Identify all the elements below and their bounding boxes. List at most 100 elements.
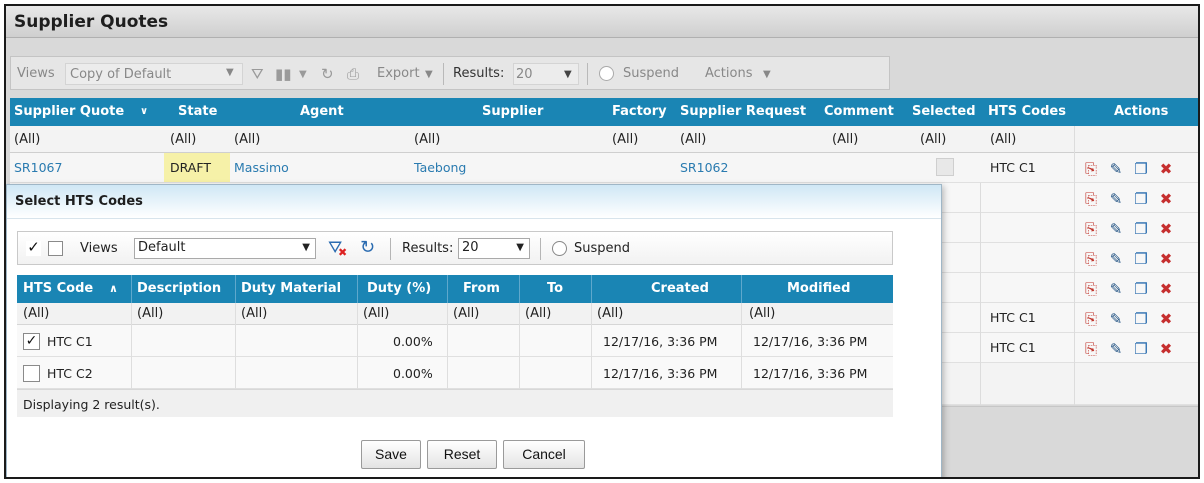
reset-button[interactable]: Reset <box>427 440 497 469</box>
pdf-icon[interactable]: ⎘ <box>1080 220 1102 238</box>
export-button[interactable]: Export <box>377 66 420 81</box>
edit-icon[interactable]: ✎ <box>1105 160 1127 178</box>
copy-icon[interactable]: ❐ <box>1130 160 1152 178</box>
column-header-agent[interactable]: Agent <box>300 104 344 119</box>
filter-duty-material[interactable]: (All) <box>241 306 267 321</box>
filter-agent[interactable]: (All) <box>234 132 260 147</box>
column-header-description[interactable]: Description <box>137 281 221 296</box>
filter-from[interactable]: (All) <box>453 306 479 321</box>
pdf-icon[interactable]: ⎘ <box>1080 280 1102 298</box>
column-header-hts-code[interactable]: HTS Code <box>23 281 93 296</box>
suspend-radio[interactable] <box>552 241 567 256</box>
filter-factory[interactable]: (All) <box>612 132 638 147</box>
table-row[interactable]: SR1067 DRAFT Massimo Taebong SR1062 HTC … <box>10 153 1198 183</box>
filter-selected[interactable]: (All) <box>920 132 946 147</box>
copy-icon[interactable]: ❐ <box>1130 340 1152 358</box>
filter-duty-percent[interactable]: (All) <box>363 306 389 321</box>
pdf-icon[interactable]: ⎘ <box>1080 310 1102 328</box>
filter-modified[interactable]: (All) <box>749 306 775 321</box>
chevron-down-icon: ▼ <box>425 69 433 80</box>
filter-hts-code[interactable]: (All) <box>23 306 49 321</box>
filter-to[interactable]: (All) <box>525 306 551 321</box>
column-header-duty-material[interactable]: Duty Material <box>241 281 341 296</box>
edit-icon[interactable]: ✎ <box>1105 220 1127 238</box>
cancel-button[interactable]: Cancel <box>503 440 585 469</box>
filter-comment[interactable]: (All) <box>832 132 858 147</box>
column-divider <box>235 303 236 389</box>
column-header-supplier[interactable]: Supplier <box>482 104 543 119</box>
filter-created[interactable]: (All) <box>597 306 623 321</box>
column-header-hts-codes[interactable]: HTS Codes <box>988 104 1066 119</box>
column-header-modified[interactable]: Modified <box>787 281 850 296</box>
column-divider <box>447 275 448 303</box>
pdf-icon[interactable]: ⎘ <box>1080 160 1102 178</box>
delete-icon[interactable]: ✖ <box>1155 310 1177 328</box>
supplier-quote-link[interactable]: SR1067 <box>14 160 62 175</box>
chevron-down-icon[interactable]: ∨ <box>140 106 148 117</box>
supplier-request-link[interactable]: SR1062 <box>680 160 728 175</box>
refresh-icon[interactable]: ↻ <box>321 65 334 83</box>
edit-icon[interactable]: ✎ <box>1105 280 1127 298</box>
delete-icon[interactable]: ✖ <box>1155 220 1177 238</box>
delete-icon[interactable]: ✖ <box>1155 190 1177 208</box>
column-header-selected[interactable]: Selected <box>912 104 976 119</box>
delete-icon[interactable]: ✖ <box>1155 280 1177 298</box>
row-checkbox-checked[interactable]: ✓ <box>23 333 40 350</box>
select-all-check-icon[interactable]: ✓ <box>26 240 41 256</box>
filter-supplier[interactable]: (All) <box>414 132 440 147</box>
column-header-duty-percent[interactable]: Duty (%) <box>367 281 431 296</box>
dialog-title-bar[interactable]: Select HTS Codes <box>7 185 941 219</box>
print-icon[interactable]: ⎙ <box>347 65 359 83</box>
supplier-link[interactable]: Taebong <box>414 160 466 175</box>
delete-icon[interactable]: ✖ <box>1155 250 1177 268</box>
views-select[interactable]: Copy of Default ▼ <box>65 63 243 85</box>
filter-description[interactable]: (All) <box>137 306 163 321</box>
columns-icon[interactable]: ▮▮ <box>275 65 292 83</box>
results-select[interactable]: 20 ▼ <box>513 63 579 85</box>
column-header-created[interactable]: Created <box>651 281 709 296</box>
delete-icon[interactable]: ✖ <box>1155 340 1177 358</box>
delete-icon[interactable]: ✖ <box>1155 160 1177 178</box>
hts-code-value: HTC C2 <box>47 366 93 381</box>
column-header-to[interactable]: To <box>547 281 563 296</box>
column-header-from[interactable]: From <box>463 281 500 296</box>
copy-icon[interactable]: ❐ <box>1130 280 1152 298</box>
clear-filter-icon[interactable]: ⛛ ✖ <box>328 238 347 259</box>
selected-checkbox[interactable] <box>936 158 954 176</box>
copy-icon[interactable]: ❐ <box>1130 220 1152 238</box>
pdf-icon[interactable]: ⎘ <box>1080 250 1102 268</box>
edit-icon[interactable]: ✎ <box>1105 250 1127 268</box>
results-select[interactable]: 20 ▼ <box>458 238 530 259</box>
agent-link[interactable]: Massimo <box>234 160 289 175</box>
actions-menu-button[interactable]: Actions <box>705 66 753 81</box>
table-row[interactable]: HTC C2 0.00% 12/17/16, 3:36 PM 12/17/16,… <box>17 357 893 389</box>
column-divider <box>357 275 358 303</box>
filter-icon[interactable]: ⛛ <box>251 65 264 83</box>
select-none-checkbox[interactable] <box>48 241 63 256</box>
copy-icon[interactable]: ❐ <box>1130 310 1152 328</box>
column-header-factory[interactable]: Factory <box>612 104 667 119</box>
edit-icon[interactable]: ✎ <box>1105 310 1127 328</box>
refresh-icon[interactable]: ↻ <box>360 237 375 258</box>
column-header-supplier-quote[interactable]: Supplier Quote <box>14 104 124 119</box>
filter-hts-codes[interactable]: (All) <box>990 132 1016 147</box>
column-header-state[interactable]: State <box>178 104 217 119</box>
edit-icon[interactable]: ✎ <box>1105 190 1127 208</box>
sort-ascending-icon[interactable]: ∧ <box>109 282 118 295</box>
save-button[interactable]: Save <box>361 440 421 469</box>
copy-icon[interactable]: ❐ <box>1130 250 1152 268</box>
filter-state[interactable]: (All) <box>170 132 196 147</box>
table-row[interactable]: ✓ HTC C1 0.00% 12/17/16, 3:36 PM 12/17/1… <box>17 325 893 357</box>
pdf-icon[interactable]: ⎘ <box>1080 190 1102 208</box>
pdf-icon[interactable]: ⎘ <box>1080 340 1102 358</box>
views-select[interactable]: Default ▼ <box>134 238 316 259</box>
copy-icon[interactable]: ❐ <box>1130 190 1152 208</box>
suspend-radio[interactable] <box>599 66 614 81</box>
filter-supplier-quote[interactable]: (All) <box>14 132 40 147</box>
column-header-comment[interactable]: Comment <box>824 104 894 119</box>
column-header-supplier-request[interactable]: Supplier Request <box>680 104 806 119</box>
chevron-down-icon[interactable]: ▼ <box>299 69 307 80</box>
filter-supplier-request[interactable]: (All) <box>680 132 706 147</box>
row-checkbox-unchecked[interactable] <box>23 365 40 382</box>
edit-icon[interactable]: ✎ <box>1105 340 1127 358</box>
